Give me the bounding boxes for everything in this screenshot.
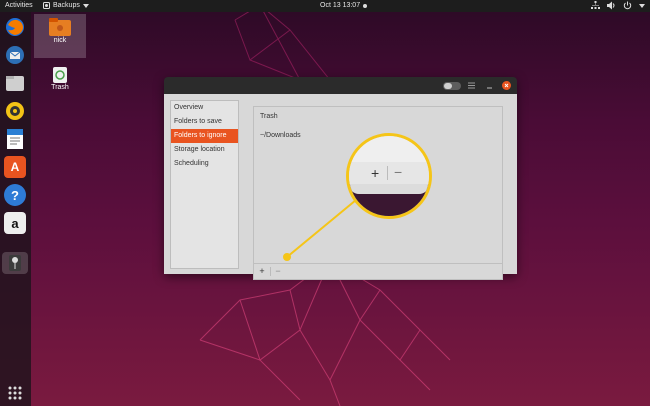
zoom-add-button: + bbox=[371, 165, 380, 181]
zoom-toolbar bbox=[349, 162, 429, 185]
callout-marker bbox=[283, 253, 291, 261]
zoom-remove-button: − bbox=[394, 164, 403, 180]
callout-line bbox=[286, 199, 357, 258]
zoom-divider bbox=[387, 166, 388, 180]
zoom-list-area bbox=[349, 136, 429, 163]
zoom-window-edge bbox=[349, 184, 429, 194]
zoom-callout: + − bbox=[346, 133, 432, 219]
